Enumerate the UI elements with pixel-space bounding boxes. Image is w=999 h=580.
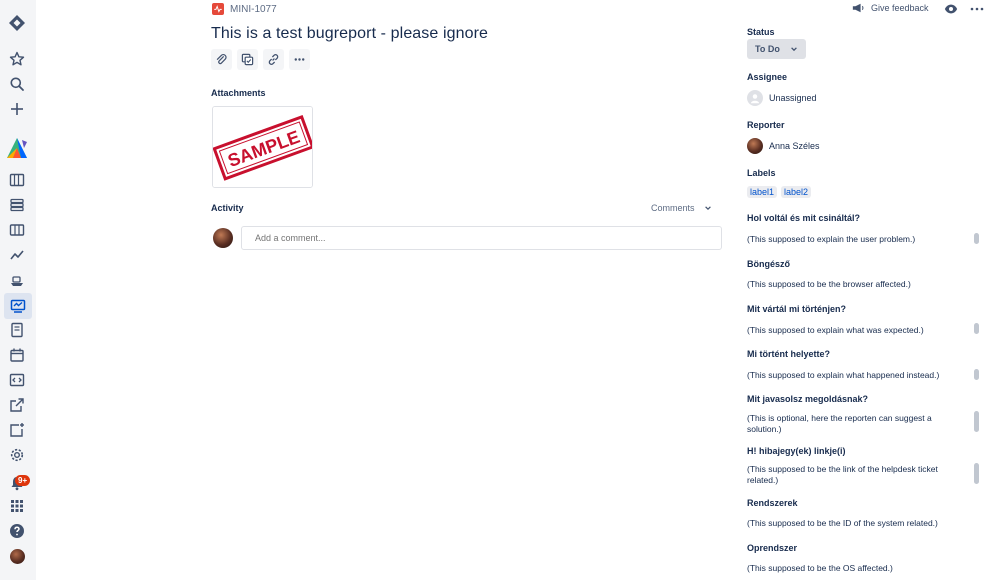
issue-title[interactable]: This is a test bugreport - please ignore xyxy=(211,25,488,43)
comments-filter-dropdown[interactable]: Comments xyxy=(651,203,712,213)
profile-icon[interactable] xyxy=(5,544,29,568)
reports-icon[interactable] xyxy=(5,243,29,267)
chevron-down-icon xyxy=(790,47,797,52)
roadmap-icon[interactable] xyxy=(5,218,29,242)
reporter-field[interactable]: Anna Széles xyxy=(747,138,820,154)
notification-badge: 9+ xyxy=(15,475,31,486)
field-scrollbar[interactable] xyxy=(974,369,979,380)
field-value[interactable]: (This supposed to explain what happened … xyxy=(747,370,962,381)
assignee-field[interactable]: Unassigned xyxy=(747,90,817,106)
link-issue-button[interactable] xyxy=(263,49,284,70)
field-value[interactable]: (This supposed to be the browser affecte… xyxy=(747,279,962,290)
more-icon xyxy=(294,58,305,61)
external-link-icon[interactable] xyxy=(5,393,29,417)
user-avatar xyxy=(9,548,25,564)
add-shortcut-icon[interactable] xyxy=(5,418,29,442)
field-scrollbar[interactable] xyxy=(974,463,979,484)
board-icon[interactable] xyxy=(5,168,29,192)
current-user-avatar xyxy=(213,228,233,248)
give-feedback-button[interactable]: Give feedback xyxy=(851,2,929,14)
pages-icon[interactable] xyxy=(5,318,29,342)
label-chip[interactable]: label2 xyxy=(781,186,812,198)
chevron-down-icon xyxy=(704,206,711,211)
issue-key-link[interactable]: MINI-1077 xyxy=(230,4,277,15)
label-chip[interactable]: label1 xyxy=(747,186,778,198)
search-icon[interactable] xyxy=(5,72,29,96)
watch-eye-icon[interactable] xyxy=(944,2,958,16)
field-value[interactable]: (This supposed to explain what was expec… xyxy=(747,325,962,336)
field-label: Oprendszer xyxy=(747,543,798,553)
reporter-avatar xyxy=(747,138,763,154)
labels-list: label1 label2 xyxy=(747,186,812,198)
issue-breadcrumb: MINI-1077 xyxy=(212,2,277,16)
status-label: Status xyxy=(747,27,775,37)
bug-icon xyxy=(212,3,224,15)
field-label: Rendszerek xyxy=(747,498,798,508)
assignee-value: Unassigned xyxy=(769,93,817,103)
jira-logo-icon[interactable] xyxy=(5,11,29,35)
status-dropdown[interactable]: To Do xyxy=(747,39,806,59)
link-icon xyxy=(268,54,279,65)
backlog-icon[interactable] xyxy=(5,193,29,217)
status-value: To Do xyxy=(755,44,780,54)
field-scrollbar[interactable] xyxy=(974,411,979,432)
field-scrollbar[interactable] xyxy=(974,233,979,244)
megaphone-icon xyxy=(852,3,864,13)
issues-icon[interactable] xyxy=(4,293,32,319)
help-icon[interactable] xyxy=(5,519,29,543)
attachment-thumbnail[interactable]: SAMPLE xyxy=(212,106,313,188)
more-options-icon[interactable] xyxy=(970,4,984,14)
field-label: Mit vártál mi történjen? xyxy=(747,304,847,314)
labels-label: Labels xyxy=(747,168,776,178)
sample-stamp-image: SAMPLE xyxy=(213,107,312,187)
reporter-value: Anna Széles xyxy=(769,141,820,151)
more-actions-button[interactable] xyxy=(289,49,310,70)
field-value[interactable]: (This supposed to be the OS affected.) xyxy=(747,563,962,574)
attach-icon xyxy=(216,53,227,65)
unassigned-avatar-icon xyxy=(747,90,763,106)
field-value[interactable]: (This supposed to explain the user probl… xyxy=(747,234,962,245)
issue-toolbar xyxy=(211,49,310,70)
attach-button[interactable] xyxy=(211,49,232,70)
code-icon[interactable] xyxy=(5,368,29,392)
field-label: Mit javasolsz megoldásnak? xyxy=(747,394,869,404)
global-sidebar: 9+ xyxy=(0,0,36,580)
create-subtask-button[interactable] xyxy=(237,49,258,70)
give-feedback-label: Give feedback xyxy=(871,3,929,13)
apps-icon[interactable] xyxy=(5,494,29,518)
comment-input[interactable] xyxy=(241,226,722,250)
comments-filter-label: Comments xyxy=(651,203,695,213)
calendar-icon[interactable] xyxy=(5,343,29,367)
reporter-label: Reporter xyxy=(747,120,785,130)
activity-heading: Activity xyxy=(211,203,244,213)
assignee-label: Assignee xyxy=(747,72,788,82)
field-label: H! hibajegy(ek) linkje(i) xyxy=(747,446,846,456)
create-icon[interactable] xyxy=(5,97,29,121)
subtask-icon xyxy=(241,53,254,66)
star-icon[interactable] xyxy=(5,47,29,71)
field-label: Böngésző xyxy=(747,259,791,269)
field-value[interactable]: (This supposed to be the link of the hel… xyxy=(747,464,962,485)
field-value[interactable]: (This is optional, here the reporten can… xyxy=(747,413,962,434)
field-scrollbar[interactable] xyxy=(974,323,979,334)
field-label: Mi történt helyette? xyxy=(747,349,831,359)
field-label: Hol voltál és mit csináltál? xyxy=(747,213,861,223)
field-value[interactable]: (This supposed to be the ID of the syste… xyxy=(747,518,962,529)
attachments-heading: Attachments xyxy=(211,88,266,98)
project-avatar-icon[interactable] xyxy=(3,134,31,162)
settings-icon[interactable] xyxy=(5,443,29,467)
releases-icon[interactable] xyxy=(5,268,29,292)
